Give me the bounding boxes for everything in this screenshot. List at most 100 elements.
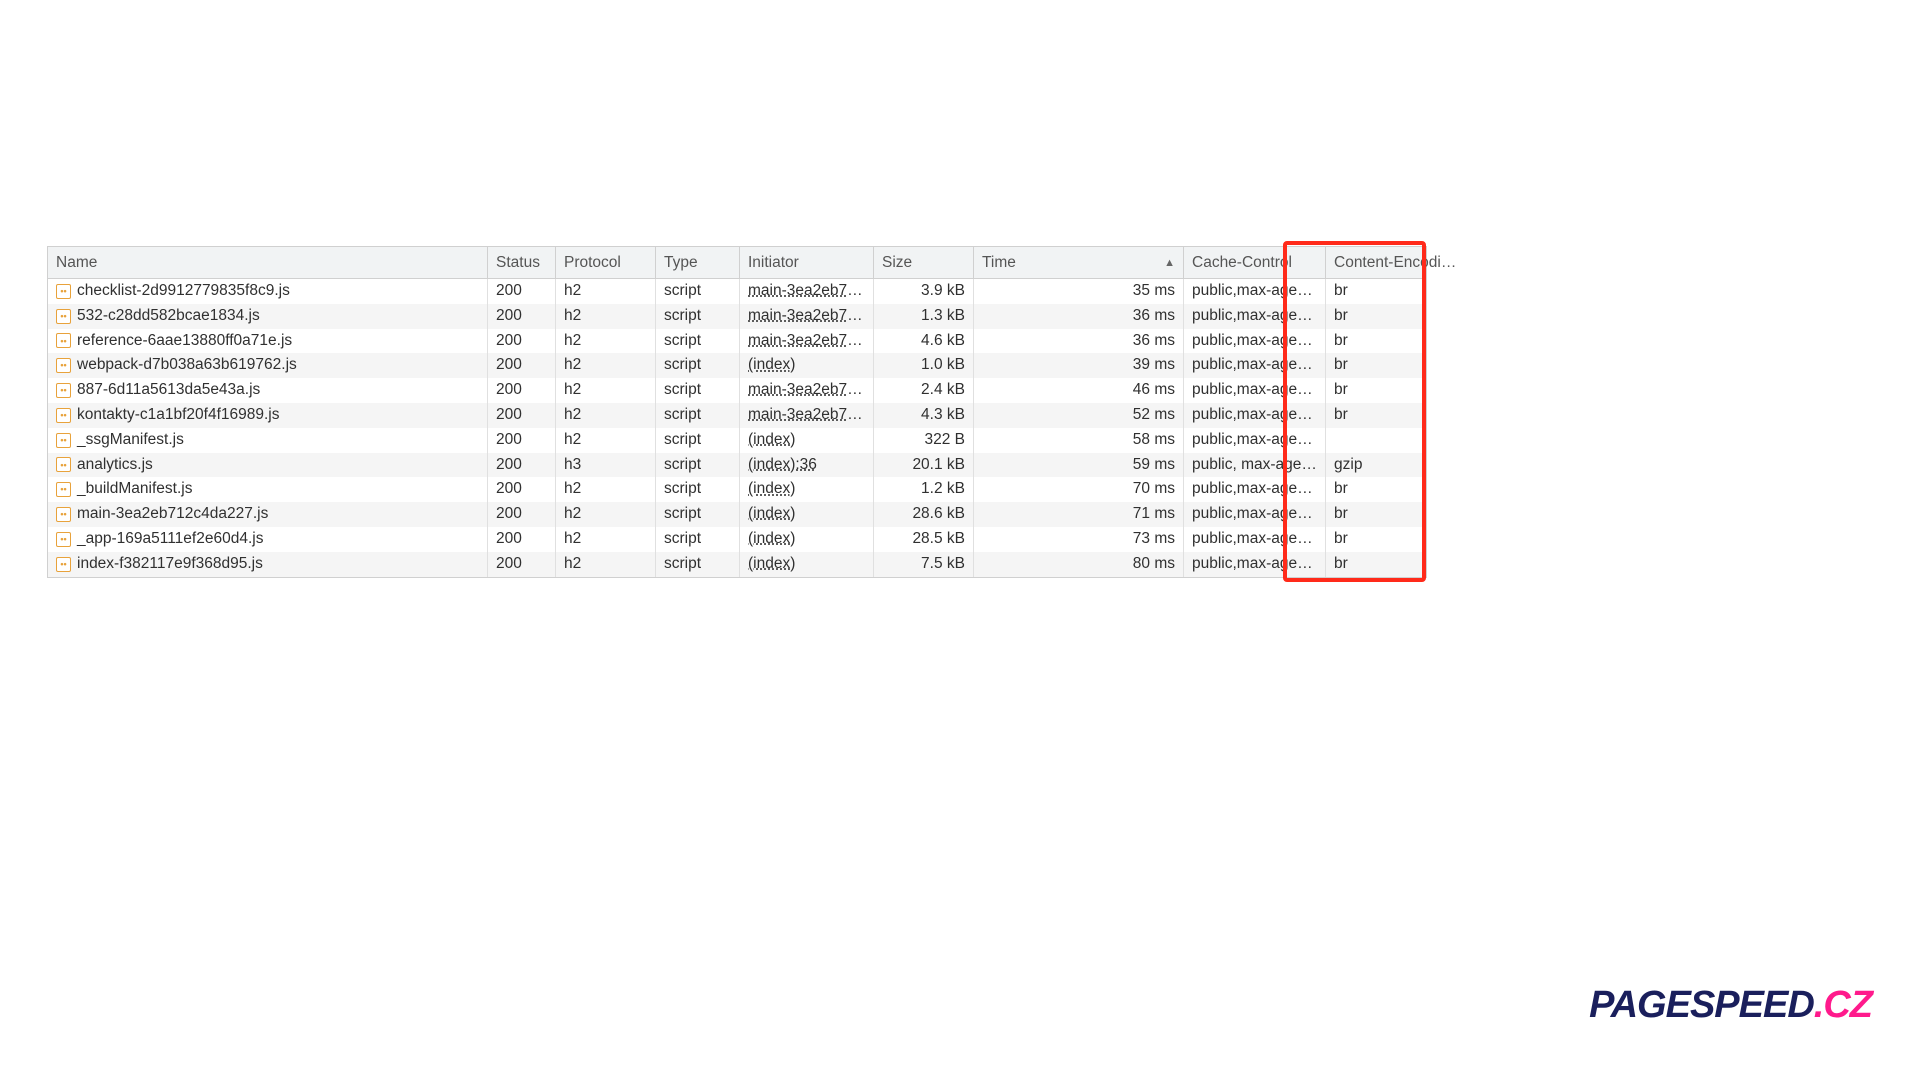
initiator-link[interactable]: main-3ea2eb712… — [748, 381, 874, 398]
cell-protocol: h2 — [556, 477, 656, 502]
file-name: webpack-d7b038a63b619762.js — [77, 353, 297, 378]
initiator-link[interactable]: (index) — [748, 555, 795, 572]
table-row[interactable]: ••reference-6aae13880ff0a71e.js200h2scri… — [48, 329, 1426, 354]
column-header-initiator[interactable]: Initiator — [740, 247, 874, 278]
cell-protocol: h2 — [556, 279, 656, 304]
table-row[interactable]: ••_ssgManifest.js200h2script(index)322 B… — [48, 428, 1426, 453]
cell-time: 35 ms — [974, 279, 1184, 304]
cell-status: 200 — [488, 453, 556, 478]
initiator-link[interactable]: (index) — [748, 530, 795, 547]
file-name: analytics.js — [77, 453, 153, 478]
cell-status: 200 — [488, 378, 556, 403]
column-header-time-label: Time — [982, 254, 1016, 271]
cell-status: 200 — [488, 403, 556, 428]
cell-time: 71 ms — [974, 502, 1184, 527]
logo-text-2: .CZ — [1814, 984, 1872, 1026]
table-row[interactable]: ••_app-169a5111ef2e60d4.js200h2script(in… — [48, 527, 1426, 552]
cell-cache-control: public,max-age=3… — [1184, 378, 1326, 403]
file-name: checklist-2d9912779835f8c9.js — [77, 279, 290, 304]
cell-type: script — [656, 502, 740, 527]
initiator-link[interactable]: main-3ea2eb712… — [748, 406, 874, 423]
cell-size: 322 B — [874, 428, 974, 453]
cell-protocol: h3 — [556, 453, 656, 478]
initiator-link[interactable]: (index) — [748, 505, 795, 522]
column-header-type[interactable]: Type — [656, 247, 740, 278]
table-row[interactable]: •• 887-6d11a5613da5e43a.js 200h2script main… — [48, 378, 1426, 403]
cell-type: script — [656, 428, 740, 453]
column-header-content-encoding[interactable]: Content-Encoding — [1326, 247, 1466, 278]
script-file-icon: •• — [56, 284, 71, 299]
cell-type: script — [656, 378, 740, 403]
table-row[interactable]: ••webpack-d7b038a63b619762.js200h2script… — [48, 353, 1426, 378]
cell-protocol: h2 — [556, 329, 656, 354]
cell-content-encoding — [1326, 428, 1466, 453]
cell-time: 73 ms — [974, 527, 1184, 552]
cell-initiator: (index):36 — [740, 453, 874, 478]
table-row[interactable]: ••main-3ea2eb712c4da227.js200h2script(in… — [48, 502, 1426, 527]
table-body: ••checklist-2d9912779835f8c9.js200h2scri… — [48, 279, 1426, 577]
cell-time: 52 ms — [974, 403, 1184, 428]
table-row[interactable]: ••_buildManifest.js200h2script(index)1.2… — [48, 477, 1426, 502]
cell-content-encoding: br — [1326, 527, 1466, 552]
cell-initiator: (index) — [740, 502, 874, 527]
cell-size: 2.4 kB — [874, 378, 974, 403]
column-header-name[interactable]: Name — [48, 247, 488, 278]
initiator-link[interactable]: main-3ea2eb712… — [748, 307, 874, 324]
cell-initiator: main-3ea2eb712… — [740, 304, 874, 329]
cell-content-encoding: br — [1326, 353, 1466, 378]
cell-size: 4.3 kB — [874, 403, 974, 428]
cell-name: ••_buildManifest.js — [48, 477, 488, 502]
cell-time: 80 ms — [974, 552, 1184, 577]
cell-status: 200 — [488, 477, 556, 502]
initiator-link[interactable]: (index):36 — [748, 456, 817, 473]
cell-protocol: h2 — [556, 403, 656, 428]
script-file-icon: •• — [56, 507, 71, 522]
cell-initiator: (index) — [740, 428, 874, 453]
column-header-time[interactable]: Time ▲ — [974, 247, 1184, 278]
cell-time: 46 ms — [974, 378, 1184, 403]
cell-protocol: h2 — [556, 502, 656, 527]
cell-name: •• main-3ea2eb712c4da227.js — [48, 502, 488, 527]
table-row[interactable]: ••532-c28dd582bcae1834.js200h2scriptmain… — [48, 304, 1426, 329]
initiator-link[interactable]: (index) — [748, 480, 795, 497]
cell-name: ••analytics.js — [48, 453, 488, 478]
cell-cache-control: public,max-age=3… — [1184, 428, 1326, 453]
cell-cache-control: public,max-age=3… — [1184, 353, 1326, 378]
cell-name: ••_app-169a5111ef2e60d4.js — [48, 527, 488, 552]
file-name: index-f382117e9f368d95.js — [77, 552, 263, 577]
column-header-size[interactable]: Size — [874, 247, 974, 278]
initiator-link[interactable]: main-3ea2eb712… — [748, 282, 874, 299]
column-header-cache-control[interactable]: Cache-Control — [1184, 247, 1326, 278]
cell-cache-control: public,max-age=3… — [1184, 329, 1326, 354]
cell-content-encoding: br — [1326, 552, 1466, 577]
cell-cache-control: public,max-age=3… — [1184, 279, 1326, 304]
file-name: 887-6d11a5613da5e43a.js — [77, 378, 260, 403]
cell-initiator: main-3ea2eb712… — [740, 279, 874, 304]
cell-initiator: main-3ea2eb712… — [740, 403, 874, 428]
cell-status: 200 — [488, 304, 556, 329]
table-row[interactable]: ••checklist-2d9912779835f8c9.js200h2scri… — [48, 279, 1426, 304]
column-header-protocol[interactable]: Protocol — [556, 247, 656, 278]
script-file-icon: •• — [56, 383, 71, 398]
pagespeed-cz-logo: PAGESPEED.CZ — [1589, 984, 1872, 1027]
column-header-status[interactable]: Status — [488, 247, 556, 278]
cell-protocol: h2 — [556, 353, 656, 378]
script-file-icon: •• — [56, 309, 71, 324]
script-file-icon: •• — [56, 557, 71, 572]
table-row[interactable]: ••analytics.js200h3script(index):3620.1 … — [48, 453, 1426, 478]
table-row[interactable]: ••kontakty-c1a1bf20f4f16989.js200h2scrip… — [48, 403, 1426, 428]
cell-protocol: h2 — [556, 304, 656, 329]
cell-type: script — [656, 477, 740, 502]
table-row[interactable]: ••index-f382117e9f368d95.js200h2script(i… — [48, 552, 1426, 577]
cell-initiator: (index) — [740, 527, 874, 552]
initiator-link[interactable]: (index) — [748, 356, 795, 373]
cell-protocol: h2 — [556, 378, 656, 403]
cell-content-encoding: br — [1326, 403, 1466, 428]
cell-name: •• 532-c28dd582bcae1834.js — [48, 304, 488, 329]
file-name: main-3ea2eb712c4da227.js — [77, 502, 268, 527]
initiator-link[interactable]: main-3ea2eb712… — [748, 332, 874, 349]
initiator-link[interactable]: (index) — [748, 431, 795, 448]
cell-time: 39 ms — [974, 353, 1184, 378]
file-name: 532-c28dd582bcae1834.js — [77, 304, 260, 329]
cell-type: script — [656, 403, 740, 428]
